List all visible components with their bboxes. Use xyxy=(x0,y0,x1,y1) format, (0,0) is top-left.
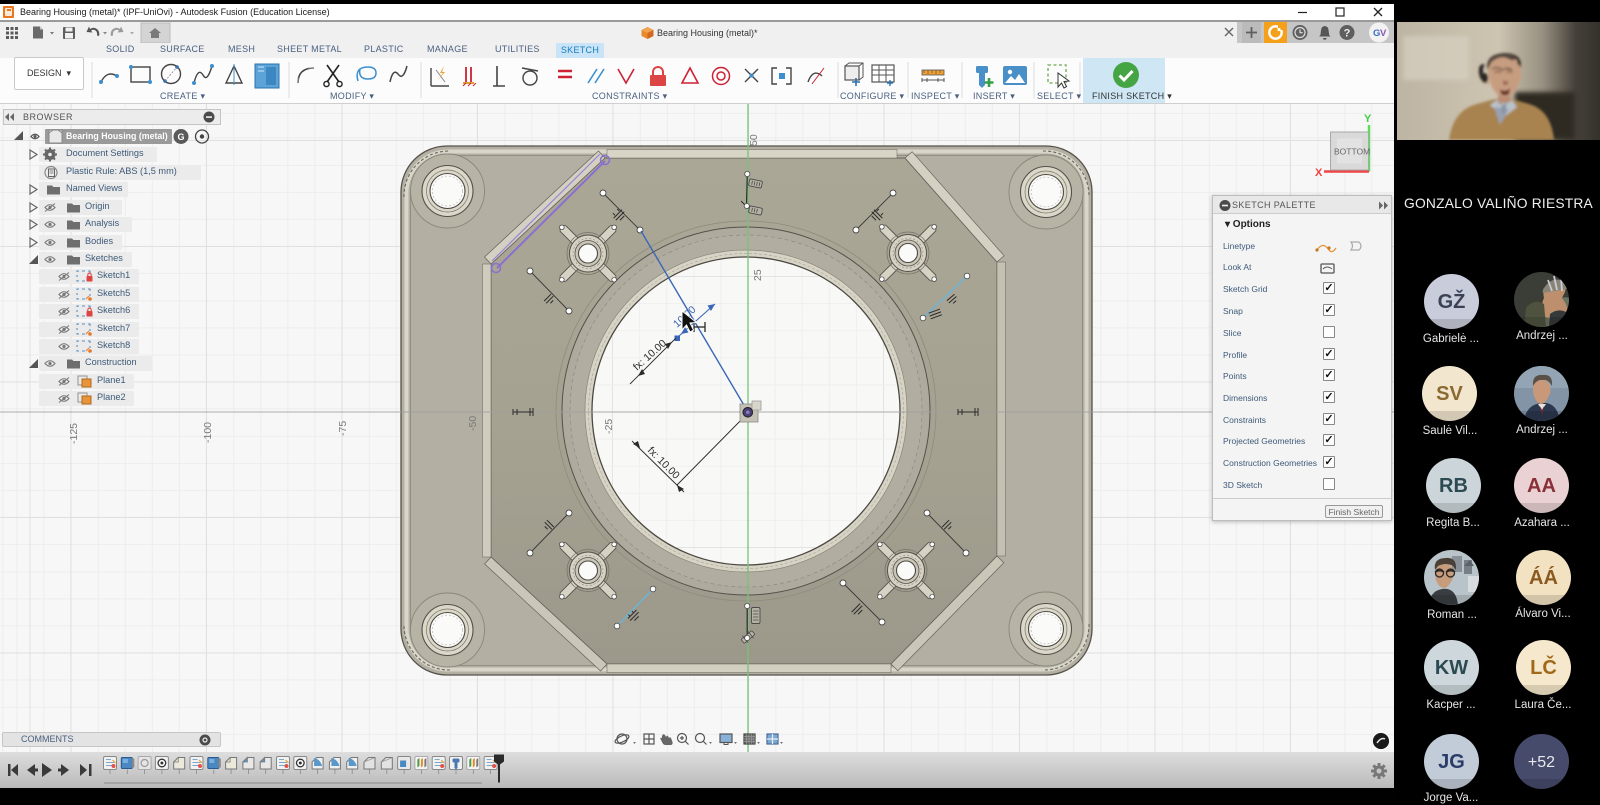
svg-text:BOTTOM: BOTTOM xyxy=(1334,147,1370,157)
svg-text:?: ? xyxy=(1344,28,1351,40)
svg-text:KW: KW xyxy=(1435,657,1468,679)
svg-text:Y: Y xyxy=(1364,113,1372,125)
svg-text:25: 25 xyxy=(752,269,764,281)
svg-text:AA: AA xyxy=(1527,475,1556,497)
svg-text:-75: -75 xyxy=(337,421,349,436)
svg-text:X: X xyxy=(1315,167,1323,179)
svg-text:GŽ: GŽ xyxy=(1438,289,1466,313)
svg-text:LČ: LČ xyxy=(1530,655,1557,679)
svg-text:ÁÁ: ÁÁ xyxy=(1529,566,1558,589)
svg-text:V: V xyxy=(1380,28,1387,39)
svg-text:SV: SV xyxy=(1436,383,1463,405)
svg-text:50: 50 xyxy=(748,134,760,146)
svg-text:+52: +52 xyxy=(1528,754,1555,771)
svg-text:G: G xyxy=(178,132,185,142)
svg-text:-25: -25 xyxy=(603,419,615,434)
svg-text:RB: RB xyxy=(1439,475,1468,497)
svg-text:-125: -125 xyxy=(68,423,80,444)
svg-text:-100: -100 xyxy=(202,422,214,443)
svg-text:-50: -50 xyxy=(467,416,479,431)
svg-text:JG: JG xyxy=(1438,751,1465,773)
